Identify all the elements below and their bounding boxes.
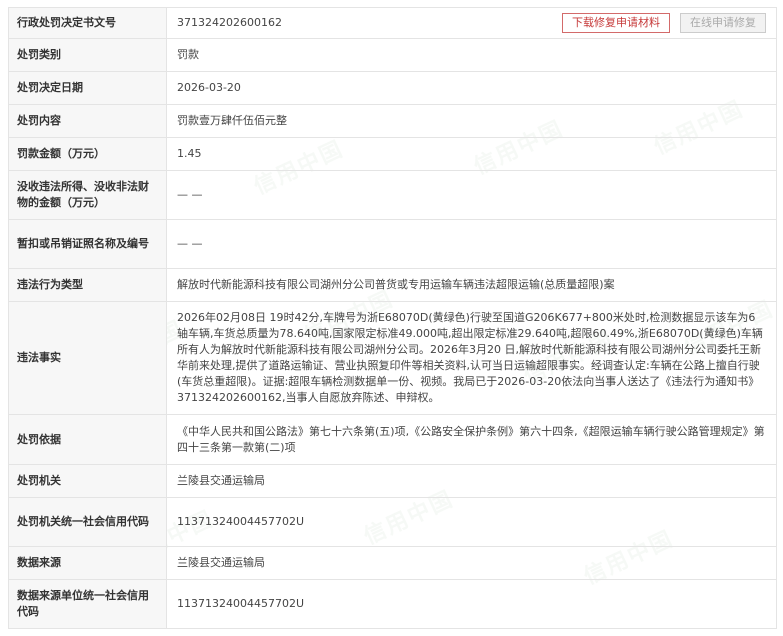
value-decision-number-cell: 371324202600162 下载修复申请材料 在线申请修复: [166, 7, 777, 39]
penalty-detail-table: 行政处罚决定书文号 371324202600162 下载修复申请材料 在线申请修…: [8, 7, 777, 629]
download-repair-materials-button[interactable]: 下载修复申请材料: [562, 13, 670, 33]
value-penalty-basis: 《中华人民共和国公路法》第七十六条第(五)项,《公路安全保护条例》第六十四条,《…: [166, 414, 777, 465]
row-penalty-content: 处罚内容 罚款壹万肆仟伍佰元整: [8, 104, 777, 138]
row-penalty-authority: 处罚机关 兰陵县交通运输局: [8, 464, 777, 498]
value-decision-date: 2026-03-20: [166, 71, 777, 105]
value-penalty-authority: 兰陵县交通运输局: [166, 464, 777, 498]
value-confiscation-amount: — —: [166, 170, 777, 220]
label-penalty-category: 处罚类别: [8, 38, 167, 72]
value-violation-type: 解放时代新能源科技有限公司湖州分公司普货或专用运输车辆违法超限运输(总质量超限)…: [166, 268, 777, 302]
label-confiscation-amount: 没收违法所得、没收非法财物的金额（万元）: [8, 170, 167, 220]
value-decision-number: 371324202600162: [177, 16, 282, 29]
label-violation-facts: 违法事实: [8, 301, 167, 415]
online-repair-button[interactable]: 在线申请修复: [680, 13, 766, 33]
label-data-source: 数据来源: [8, 546, 167, 580]
label-penalty-basis: 处罚依据: [8, 414, 167, 465]
value-penalty-category: 罚款: [166, 38, 777, 72]
row-fine-amount: 罚款金额（万元） 1.45: [8, 137, 777, 171]
label-violation-type: 违法行为类型: [8, 268, 167, 302]
row-decision-date: 处罚决定日期 2026-03-20: [8, 71, 777, 105]
penalty-detail-page: 信用中国信用中国信用中国信用中国信用中国信用中国信用中国信用中国信用中国信用中国…: [0, 0, 783, 636]
value-fine-amount: 1.45: [166, 137, 777, 171]
label-decision-date: 处罚决定日期: [8, 71, 167, 105]
row-decision-number: 行政处罚决定书文号 371324202600162 下载修复申请材料 在线申请修…: [8, 7, 777, 39]
row-data-source: 数据来源 兰陵县交通运输局: [8, 546, 777, 580]
value-data-source: 兰陵县交通运输局: [166, 546, 777, 580]
row-violation-type: 违法行为类型 解放时代新能源科技有限公司湖州分公司普货或专用运输车辆违法超限运输…: [8, 268, 777, 302]
label-penalty-authority: 处罚机关: [8, 464, 167, 498]
value-authority-credit-code: 11371324004457702U: [166, 497, 777, 547]
row-violation-facts: 违法事实 2026年02月08日 19时42分,车牌号为浙E68070D(黄绿色…: [8, 301, 777, 415]
label-source-credit-code: 数据来源单位统一社会信用代码: [8, 579, 167, 629]
label-fine-amount: 罚款金额（万元）: [8, 137, 167, 171]
value-source-credit-code: 11371324004457702U: [166, 579, 777, 629]
row-authority-credit-code: 处罚机关统一社会信用代码 11371324004457702U: [8, 497, 777, 547]
row-penalty-category: 处罚类别 罚款: [8, 38, 777, 72]
label-decision-number: 行政处罚决定书文号: [8, 7, 167, 39]
row-license-suspension: 暂扣或吊销证照名称及编号 — —: [8, 219, 777, 269]
row-confiscation-amount: 没收违法所得、没收非法财物的金额（万元） — —: [8, 170, 777, 220]
label-license-suspension: 暂扣或吊销证照名称及编号: [8, 219, 167, 269]
label-penalty-content: 处罚内容: [8, 104, 167, 138]
label-authority-credit-code: 处罚机关统一社会信用代码: [8, 497, 167, 547]
repair-actions: 下载修复申请材料 在线申请修复: [562, 13, 766, 33]
value-penalty-content: 罚款壹万肆仟伍佰元整: [166, 104, 777, 138]
row-source-credit-code: 数据来源单位统一社会信用代码 11371324004457702U: [8, 579, 777, 629]
value-violation-facts: 2026年02月08日 19时42分,车牌号为浙E68070D(黄绿色)行驶至国…: [166, 301, 777, 415]
value-license-suspension: — —: [166, 219, 777, 269]
row-penalty-basis: 处罚依据 《中华人民共和国公路法》第七十六条第(五)项,《公路安全保护条例》第六…: [8, 414, 777, 465]
